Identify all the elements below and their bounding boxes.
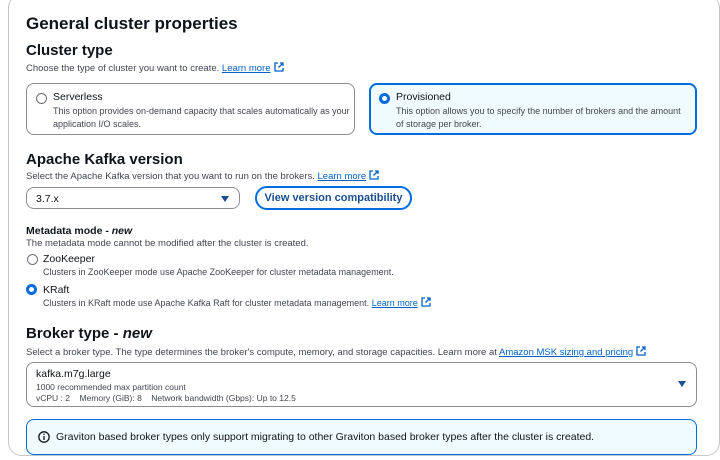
- zookeeper-label: ZooKeeper: [43, 253, 95, 265]
- kafka-version-learn-more-link[interactable]: Learn more: [318, 171, 367, 182]
- view-version-compatibility-button[interactable]: View version compatibility: [255, 186, 412, 210]
- broker-partition-count: 1000 recommended max partition count: [36, 382, 186, 392]
- kafka-version-select[interactable]: 3.7.x: [26, 187, 240, 209]
- msk-sizing-pricing-link[interactable]: Amazon MSK sizing and pricing: [499, 347, 633, 358]
- serverless-description: This option provides on-demand capacity …: [53, 106, 350, 129]
- kraft-learn-more-link[interactable]: Learn more: [372, 298, 418, 308]
- kafka-version-selected-value: 3.7.x: [36, 193, 59, 205]
- kafka-version-heading: Apache Kafka version: [26, 151, 183, 168]
- cluster-type-learn-more-link[interactable]: Learn more: [222, 63, 271, 74]
- cluster-type-heading: Cluster type: [26, 42, 113, 59]
- graviton-info-alert: Graviton based broker types only support…: [26, 419, 697, 455]
- metadata-mode-heading: Metadata mode - new: [26, 225, 133, 237]
- chevron-down-icon: [678, 381, 686, 387]
- provisioned-radio[interactable]: [379, 93, 390, 104]
- external-link-icon: [369, 170, 379, 180]
- info-icon: [38, 431, 50, 443]
- provisioned-label: Provisioned: [396, 91, 451, 103]
- kraft-label: KRaft: [43, 284, 70, 296]
- broker-specs: vCPU : 2 Memory (GiB): 8 Network bandwid…: [36, 393, 296, 403]
- cluster-type-description: Choose the type of cluster you want to c…: [26, 62, 284, 74]
- external-link-icon: [636, 346, 646, 356]
- broker-type-select[interactable]: kafka.m7g.large 1000 recommended max par…: [26, 362, 697, 407]
- zookeeper-description: Clusters in ZooKeeper mode use Apache Zo…: [43, 267, 394, 277]
- provisioned-description: This option allows you to specify the nu…: [396, 106, 681, 129]
- external-link-icon: [421, 297, 431, 307]
- kafka-version-description: Select the Apache Kafka version that you…: [26, 170, 379, 182]
- section-title: General cluster properties: [26, 14, 238, 33]
- metadata-mode-description: The metadata mode cannot be modified aft…: [26, 238, 309, 249]
- serverless-radio[interactable]: [36, 93, 47, 104]
- cluster-type-option-provisioned[interactable]: Provisioned This option allows you to sp…: [369, 83, 697, 135]
- broker-type-description: Select a broker type. The type determine…: [26, 346, 646, 358]
- broker-type-heading: Broker type - new: [26, 325, 152, 342]
- zookeeper-radio[interactable]: [27, 254, 38, 265]
- cluster-type-option-serverless[interactable]: Serverless This option provides on-deman…: [26, 83, 355, 135]
- chevron-down-icon: [221, 196, 229, 202]
- external-link-icon: [273, 62, 284, 72]
- serverless-label: Serverless: [53, 91, 103, 103]
- kraft-radio[interactable]: [26, 284, 37, 295]
- broker-type-selected-value: kafka.m7g.large: [36, 368, 111, 380]
- kraft-description: Clusters in KRaft mode use Apache Kafka …: [43, 297, 431, 310]
- info-alert-text: Graviton based broker types only support…: [56, 431, 595, 443]
